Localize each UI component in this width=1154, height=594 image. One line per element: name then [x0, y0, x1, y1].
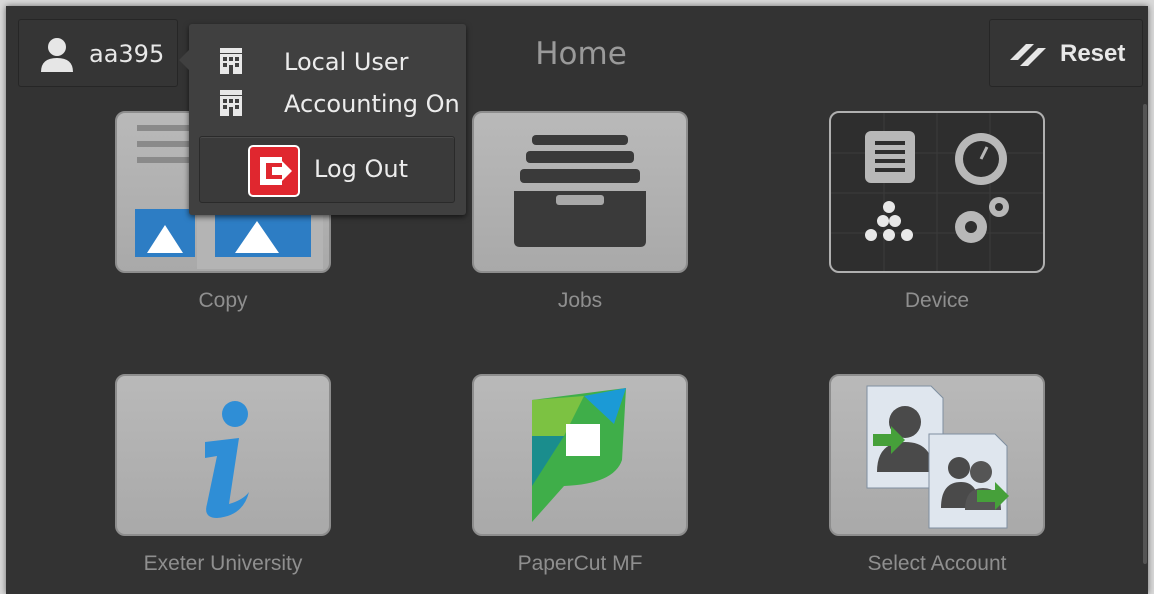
app-tile-papercut-mf[interactable]: PaperCut MF [472, 374, 688, 575]
app-tile-jobs[interactable]: Jobs [472, 111, 688, 312]
popup-arrow [179, 50, 189, 70]
logout-button[interactable]: Log Out [199, 136, 455, 203]
user-menu-popup: Local User Accounting On Log Out [179, 24, 466, 215]
building-icon [219, 90, 243, 120]
home-screen: aa395 Home Reset Copy Jobs Device Exeter… [6, 6, 1148, 594]
logout-label: Log Out [314, 155, 409, 183]
reset-label: Reset [1060, 40, 1126, 67]
menu-item-label: Accounting On [284, 90, 460, 118]
building-icon [219, 48, 243, 78]
scrollbar[interactable] [1143, 104, 1147, 564]
device-icon [829, 111, 1045, 273]
app-label: PaperCut MF [517, 552, 643, 575]
page-title: Home [535, 36, 627, 72]
app-tile-select-account[interactable]: Select Account [829, 374, 1045, 575]
jobs-tray-icon [472, 111, 688, 273]
user-name: aa395 [89, 40, 165, 68]
app-tile-device[interactable]: Device [829, 111, 1045, 312]
app-label: Exeter University [143, 552, 303, 575]
reset-icon [1008, 36, 1048, 76]
papercut-logo-icon [472, 374, 688, 536]
app-label: Jobs [557, 289, 603, 312]
user-button[interactable]: aa395 [18, 19, 178, 87]
app-tile-exeter-university[interactable]: Exeter University [115, 374, 331, 575]
reset-button[interactable]: Reset [989, 19, 1143, 87]
logout-icon [248, 145, 300, 201]
app-label: Select Account [867, 552, 1007, 575]
app-label: Device [904, 289, 970, 312]
menu-item-label: Local User [284, 48, 409, 76]
info-icon [115, 374, 331, 536]
user-icon [39, 36, 75, 78]
app-label: Copy [198, 289, 248, 312]
select-account-icon [829, 374, 1045, 536]
